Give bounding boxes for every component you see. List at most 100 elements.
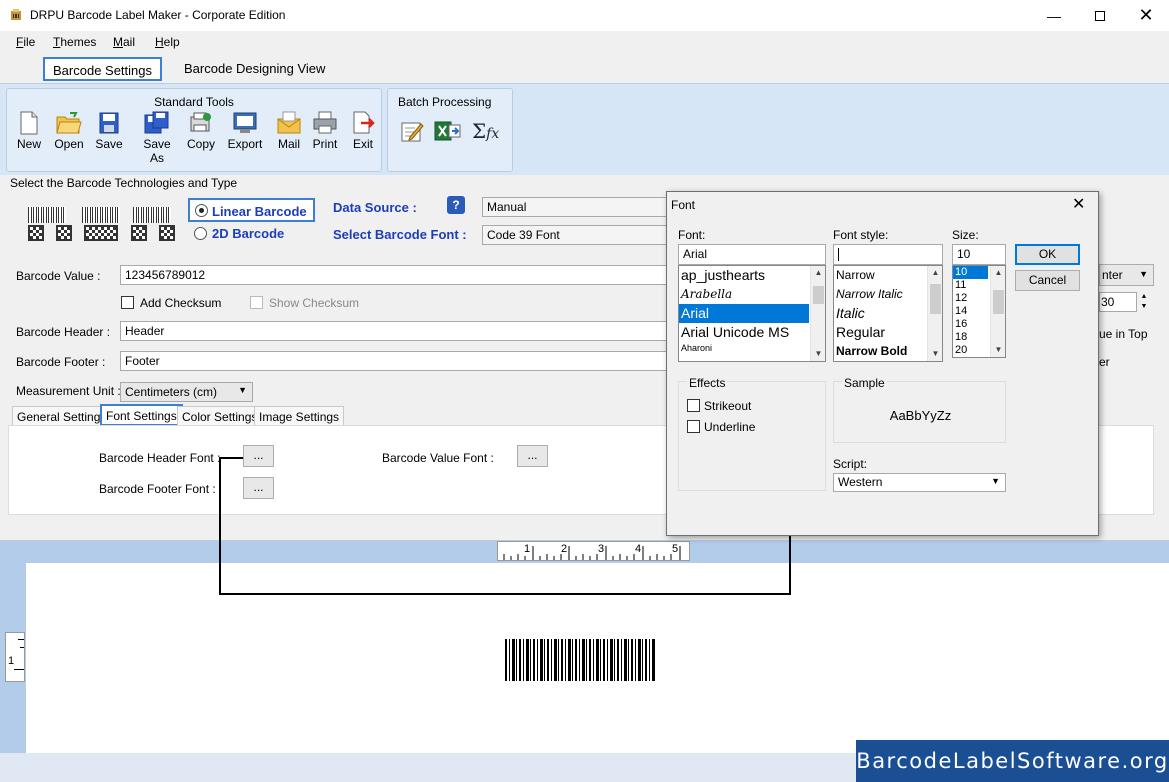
footer-font-button[interactable]: ... [243,477,274,499]
value-in-top-label: ue in Top [1099,327,1148,341]
help-icon[interactable]: ? [447,196,465,214]
size-spinner[interactable]: 30 [1099,292,1137,312]
barcode-header-font-label: Barcode Header Font : [99,451,221,465]
chevron-up-icon[interactable]: ▲ [991,266,1005,280]
chevron-down-icon[interactable]: ▼ [928,347,942,361]
menu-file[interactable]: File [16,35,35,49]
barcode-footer-label: Barcode Footer : [16,355,106,369]
font-list-scrollbar[interactable]: ▲ ▼ [810,266,825,361]
chevron-down-icon: ▼ [991,476,1000,486]
strikeout-checkbox[interactable] [687,399,700,412]
new-button[interactable]: New [9,111,49,151]
vertical-ruler: 1 [5,632,25,682]
list-item[interactable]: Arial [679,304,809,323]
list-item[interactable]: Regular [834,323,942,342]
font-name-list[interactable]: ap_justhearts Arabella Arial Arial Unico… [678,265,826,362]
title-bar: DRPU Barcode Label Maker - Corporate Edi… [0,0,1169,31]
barcode-sample-icon [82,207,120,223]
list-item[interactable]: ap_justhearts [679,266,825,285]
close-button[interactable]: ✕ [1123,0,1169,31]
qr-sample-icon [84,225,118,241]
save-disk-icon [99,112,119,134]
font-dialog-title: Font [671,198,696,212]
barcode-font-select[interactable]: Code 39 Font [482,225,668,245]
list-item[interactable]: Arabella [679,285,825,304]
batch-edit-button[interactable] [400,119,424,146]
tab-general-settings[interactable]: General Settings [12,406,112,426]
window-title: DRPU Barcode Label Maker - Corporate Edi… [30,8,286,22]
tab-color-settings[interactable]: Color Settings [177,406,263,426]
alignment-select[interactable]: nter ▼ [1099,264,1154,286]
close-icon: ✕ [1138,5,1154,25]
batch-excel-button[interactable] [434,119,462,146]
app-icon [9,8,23,22]
script-select[interactable]: Western ▼ [833,473,1006,492]
spinner-arrows-icon[interactable]: ▲ ▼ [1137,292,1151,312]
list-item[interactable]: Aharoni [679,342,825,354]
ok-button[interactable]: OK [1015,244,1080,265]
print-button[interactable]: Print [305,111,345,151]
font-style-input[interactable] [833,244,943,265]
list-item[interactable]: 10 [953,266,988,279]
maximize-icon [1095,10,1105,21]
batch-formula-button[interactable]: Σfx [472,119,499,143]
mail-button[interactable]: Mail [269,111,309,151]
copy-icon [190,112,211,132]
font-style-list[interactable]: Narrow Narrow Italic Italic Regular Narr… [833,265,943,362]
size-list-scrollbar[interactable]: ▲ ▼ [990,266,1005,357]
chevron-down-icon[interactable]: ▼ [811,347,825,361]
exit-button[interactable]: Exit [343,111,383,151]
tab-barcode-settings[interactable]: Barcode Settings [43,57,163,81]
tab-font-settings[interactable]: Font Settings [100,404,183,426]
list-item[interactable]: Narrow [834,266,942,285]
add-checksum-label: Add Checksum [140,296,222,310]
chevron-up-icon[interactable]: ▲ [928,266,942,280]
maximize-button[interactable] [1077,0,1123,31]
list-item[interactable]: Narrow Italic [834,285,942,304]
barcode-value-font-label: Barcode Value Font : [382,451,494,465]
add-checksum-checkbox[interactable] [121,296,134,309]
underline-checkbox[interactable] [687,420,700,433]
chevron-down-icon[interactable]: ▼ [991,343,1005,357]
barcode-preview[interactable] [505,639,655,681]
tab-barcode-designing-view[interactable]: Barcode Designing View [176,57,333,81]
minimize-button[interactable]: — [1031,0,1077,31]
watermark-banner: BarcodeLabelSoftware.org [856,740,1169,782]
ruler-label: 3 [598,543,605,555]
measurement-unit-select[interactable]: Centimeters (cm) ▼ [120,382,253,402]
font-size-list[interactable]: 10 11 12 14 16 18 20 ▲ ▼ [952,265,1006,358]
barcode-sample-icon [133,207,171,223]
batch-processing-group: Batch Processing Σfx [387,88,513,172]
style-list-scrollbar[interactable]: ▲ ▼ [927,266,942,361]
font-size-input[interactable]: 10 [952,244,1006,265]
barcode-value-input[interactable]: 123456789012 [120,265,668,285]
export-button[interactable]: Export [223,111,267,151]
menu-mail[interactable]: Mail [113,35,135,49]
2d-barcode-radio[interactable] [194,227,207,240]
barcode-footer-font-label: Barcode Footer Font : [99,482,216,496]
value-font-button[interactable]: ... [517,445,548,467]
cancel-button[interactable]: Cancel [1015,270,1080,291]
barcode-value-label: Barcode Value : [16,269,101,283]
tab-image-settings[interactable]: Image Settings [254,406,345,426]
list-item[interactable]: Narrow Bold [834,342,942,361]
ruler-label: 4 [635,543,642,555]
save-as-button[interactable]: Save As [135,111,179,165]
save-button[interactable]: Save [89,111,129,151]
font-name-input[interactable]: Arial [678,244,826,265]
close-icon[interactable]: ✕ [1072,194,1085,214]
data-source-select[interactable]: Manual [482,197,668,217]
barcode-header-input[interactable]: Header [120,321,668,341]
linear-barcode-option[interactable]: Linear Barcode [188,198,315,222]
chevron-up-icon[interactable]: ▲ [811,266,825,280]
menu-themes[interactable]: Themes [53,35,96,49]
exit-icon [353,111,375,134]
copy-button[interactable]: Copy [181,111,221,151]
header-font-button[interactable]: ... [243,445,274,467]
list-item[interactable]: Arial Unicode MS [679,323,825,342]
open-button[interactable]: Open [49,111,89,151]
list-item[interactable]: Italic [834,304,942,323]
linear-barcode-radio[interactable] [195,204,208,217]
barcode-footer-input[interactable]: Footer [120,351,668,371]
menu-help[interactable]: Help [155,35,180,49]
